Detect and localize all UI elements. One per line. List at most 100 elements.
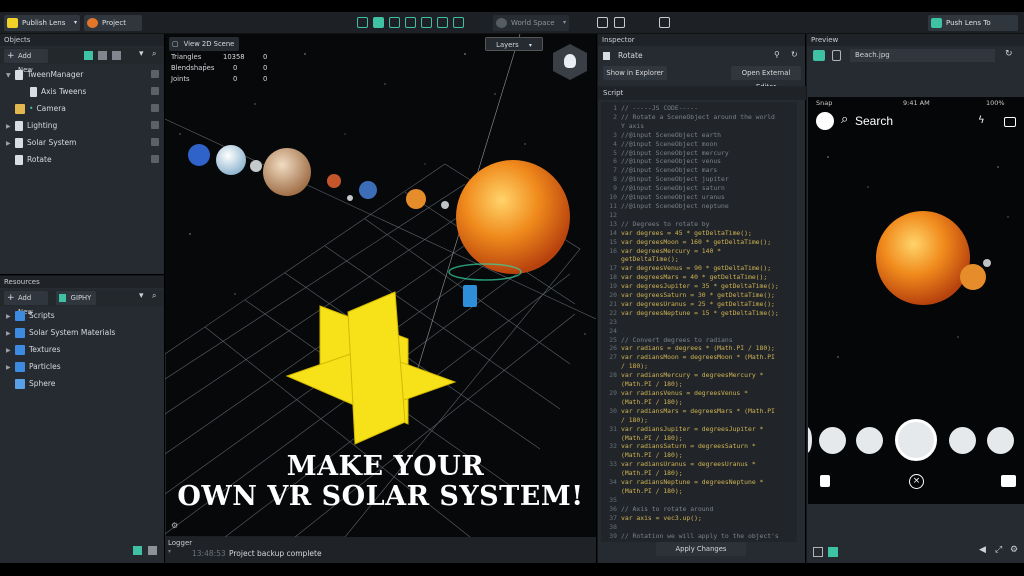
chevron-down-icon[interactable]: ▾ <box>563 15 566 31</box>
line-number: 25 <box>609 335 617 344</box>
add-new-resource-button[interactable]: + Add New <box>4 291 48 316</box>
visibility-checkbox[interactable] <box>151 138 159 146</box>
snapcode-icon[interactable] <box>597 17 608 28</box>
visibility-checkbox[interactable] <box>151 104 159 112</box>
script-section-title: Script <box>598 86 806 100</box>
lens-explorer-icon[interactable] <box>1001 475 1016 487</box>
collapsed-arrow-icon[interactable]: ▶ <box>6 118 15 135</box>
lens-option[interactable] <box>808 427 812 453</box>
objects-item-tweenmanager[interactable]: ▼ TweenManager <box>0 66 163 83</box>
resource-item-solar-system-materials[interactable]: ▶ Solar System Materials <box>0 324 163 341</box>
preview-title: Preview <box>807 34 1024 46</box>
code-text: var radians = degrees * (Math.PI / 180); <box>621 344 775 353</box>
lens-option[interactable] <box>819 427 846 454</box>
phone-preview[interactable]: Snap 9:41 AM 100% ⌕ Search ϟ × <box>808 97 1024 504</box>
objects-item-lighting[interactable]: ▶ Lighting <box>0 117 163 134</box>
scale-tool-icon[interactable] <box>421 17 432 28</box>
translate-tool-icon[interactable] <box>389 17 400 28</box>
objects-item-solar-system[interactable]: ▶ Solar System <box>0 134 163 151</box>
top-toolbar: Publish Lens ▾ Project Info World Space … <box>0 12 1024 43</box>
chevron-down-icon[interactable]: ▾ <box>168 548 171 555</box>
filter-icon[interactable]: ▾ <box>139 291 144 301</box>
bounds-tool-icon[interactable] <box>453 17 464 28</box>
resource-item-sphere[interactable]: Sphere <box>0 375 163 392</box>
camera-switch-icon[interactable] <box>832 50 841 61</box>
push-lens-button[interactable]: Push Lens To Device <box>928 15 1018 43</box>
capture-button[interactable] <box>895 419 937 461</box>
record-icon[interactable] <box>813 547 823 557</box>
rotate-tool-icon[interactable] <box>405 17 416 28</box>
snapcode-alt-icon[interactable] <box>614 17 625 28</box>
visibility-checkbox[interactable] <box>151 87 159 95</box>
hand-tool-icon[interactable] <box>357 17 368 28</box>
filter-icon[interactable]: ▾ <box>139 49 144 59</box>
line-number: 19 <box>609 282 617 291</box>
script-code-editor[interactable]: 1 // -----JS CODE----- 2 // Rotate a SceneO… <box>601 102 797 542</box>
settings-icon[interactable]: ⚙ <box>171 521 178 530</box>
collapsed-arrow-icon[interactable]: ▶ <box>6 359 15 376</box>
resource-item-textures[interactable]: ▶ Textures <box>0 341 163 358</box>
logger-title: Logger <box>168 539 193 547</box>
objects-item-axis-tweens[interactable]: Axis Tweens <box>0 83 163 100</box>
camera-gizmo-icon[interactable] <box>463 285 477 307</box>
volume-icon[interactable]: ◀ <box>979 545 986 555</box>
code-text: // Axis to rotate around <box>621 504 714 513</box>
code-line: 18 var degreesMars = 40 * getDeltaTime(); <box>603 273 795 282</box>
objects-item-camera[interactable]: • Camera <box>0 100 163 117</box>
code-line: 17 var degreesVenus = 90 * getDeltaTime()… <box>603 264 795 273</box>
lens-carousel[interactable] <box>808 419 1024 461</box>
reset-icon[interactable]: ↻ <box>1005 49 1013 59</box>
sun-sphere[interactable] <box>456 160 570 274</box>
resource-item-scripts[interactable]: ▶ Scripts <box>0 307 163 324</box>
move-tool-icon[interactable] <box>373 17 384 28</box>
preview-play-icon[interactable] <box>828 547 838 557</box>
visibility-checkbox[interactable] <box>151 70 159 78</box>
memories-icon[interactable] <box>820 475 830 487</box>
code-text: //@input SceneObject uranus <box>621 193 725 202</box>
code-line: 24 <box>603 327 795 336</box>
visibility-checkbox[interactable] <box>151 121 159 129</box>
collapsed-arrow-icon[interactable]: ▶ <box>6 325 15 342</box>
link-icon[interactable]: ⚲ <box>774 50 780 59</box>
collapsed-arrow-icon[interactable]: ▶ <box>6 342 15 359</box>
preview-media-selector[interactable]: Beach.jpg <box>850 49 995 62</box>
objects-item-rotate[interactable]: Rotate <box>0 151 163 168</box>
fullscreen-icon[interactable]: ⤢ <box>995 545 1002 555</box>
publish-lens-button[interactable]: Publish Lens ▾ <box>4 15 80 31</box>
search-icon[interactable]: ⌕ <box>152 291 156 301</box>
list-view-icon[interactable] <box>84 51 93 60</box>
resource-item-particles[interactable]: ▶ Particles <box>0 358 163 375</box>
layers-dropdown[interactable]: Layers ▾ <box>485 37 543 51</box>
giphy-button[interactable]: GIPHY <box>56 291 96 305</box>
show-in-explorer-button[interactable]: Show in Explorer <box>603 66 667 80</box>
code-line: 22 var degreesNeptune = 15 * getDeltaTime… <box>603 309 795 318</box>
rect-tool-icon[interactable] <box>437 17 448 28</box>
expanded-arrow-icon[interactable]: ▼ <box>6 67 15 84</box>
view-2d-scene-button[interactable]: ▢ View 2D Scene <box>169 37 239 51</box>
grid-view-icon[interactable] <box>148 546 157 555</box>
share-icon[interactable] <box>659 17 670 28</box>
scene-viewport[interactable]: ▢ View 2D Scene Layers ▾ Triangles 10358 0… <box>165 34 596 537</box>
mesh-icon <box>15 379 25 389</box>
preview-mode-icon[interactable] <box>813 50 825 61</box>
refresh-icon[interactable]: ↻ <box>791 50 798 59</box>
chevron-down-icon[interactable]: ▾ <box>74 15 77 31</box>
add-new-object-button[interactable]: + Add New <box>4 49 48 74</box>
lens-option[interactable] <box>987 427 1014 454</box>
lens-option[interactable] <box>949 427 976 454</box>
collapsed-arrow-icon[interactable]: ▶ <box>6 135 15 152</box>
collapsed-arrow-icon[interactable]: ▶ <box>6 308 15 325</box>
visibility-checkbox[interactable] <box>151 155 159 163</box>
scene-graph-icon[interactable] <box>98 51 107 60</box>
close-lens-icon[interactable]: × <box>909 474 924 489</box>
project-info-button[interactable]: Project Info <box>84 15 142 43</box>
search-icon[interactable]: ⌕ <box>152 49 156 59</box>
list-view-icon[interactable] <box>133 546 142 555</box>
hierarchy-icon[interactable] <box>112 51 121 60</box>
lens-option[interactable] <box>856 427 883 454</box>
preview-sun <box>876 211 970 305</box>
settings-icon[interactable]: ⚙ <box>1010 545 1018 555</box>
world-space-toggle[interactable]: World Space ▾ <box>493 15 569 31</box>
apply-changes-button[interactable]: Apply Changes <box>656 542 746 556</box>
open-external-editor-button[interactable]: Open External Editor <box>731 66 801 91</box>
